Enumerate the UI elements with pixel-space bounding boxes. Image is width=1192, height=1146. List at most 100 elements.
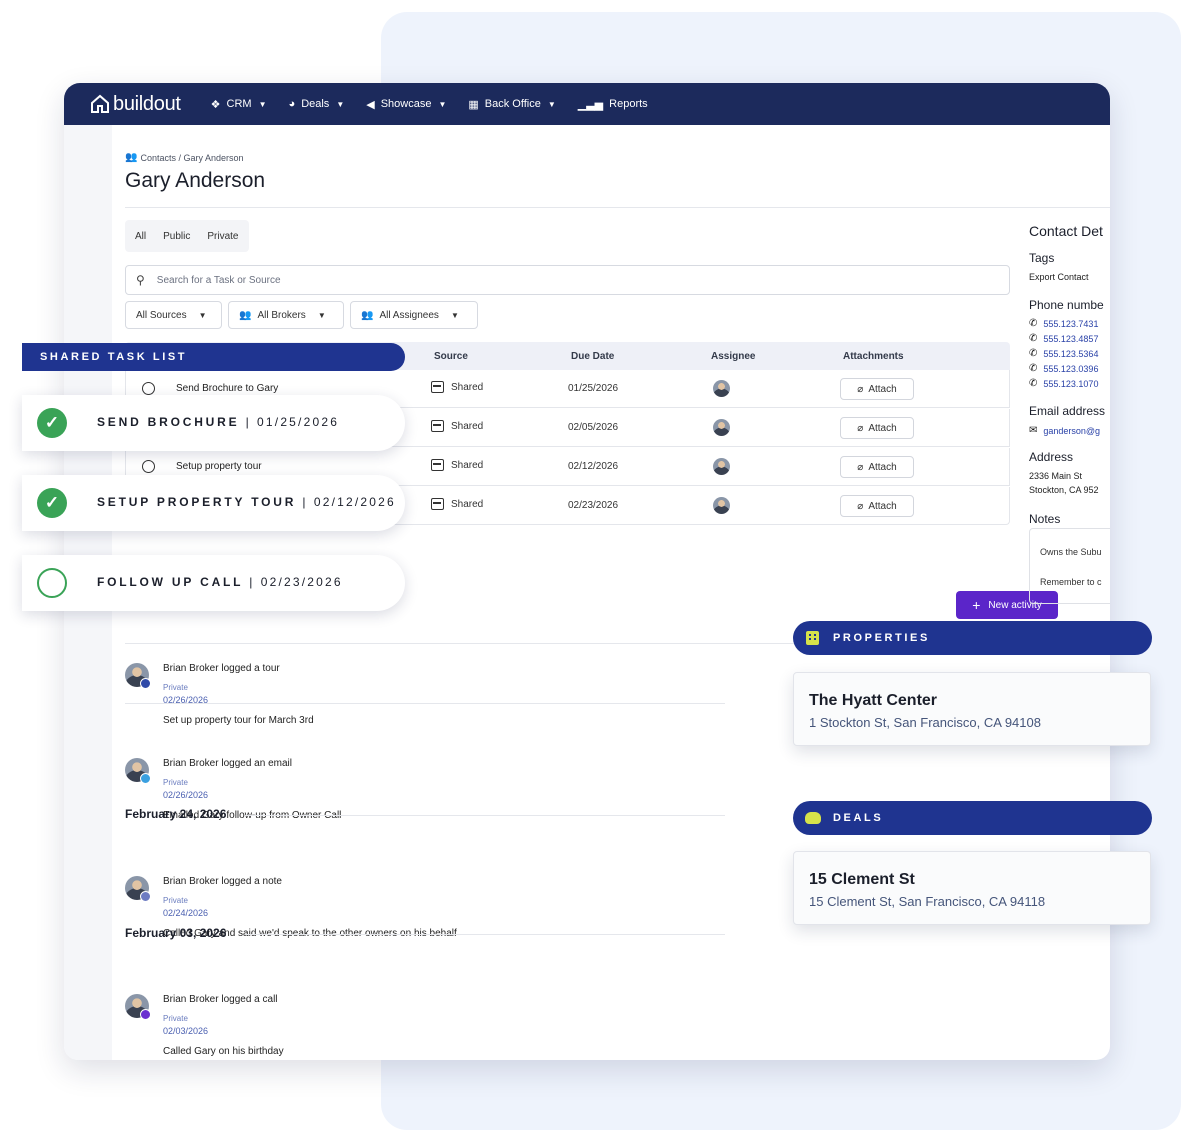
task-pill-date: 02/23/2026 [260, 575, 343, 589]
activity-date: 02/03/2026 [163, 1026, 209, 1036]
col-attachments[interactable]: Attachments [843, 351, 904, 362]
deals-label: DEALS [833, 812, 884, 824]
nav-crm-label: CRM [226, 98, 252, 110]
task-complete-radio[interactable] [142, 460, 155, 473]
call-icon [140, 1009, 151, 1020]
deal-card[interactable]: 15 Clement St 15 Clement St, San Francis… [793, 851, 1151, 925]
divider [125, 703, 725, 704]
divider [245, 815, 725, 816]
activity-visibility: Private [163, 683, 188, 692]
tag-value[interactable]: Export Contact [1029, 272, 1089, 282]
task-source-label: Shared [451, 459, 484, 471]
task-due-date: 02/05/2026 [568, 422, 619, 433]
breadcrumb[interactable]: 👥 Contacts / Gary Anderson [125, 152, 244, 163]
email-link[interactable]: ✉ ganderson@g [1029, 425, 1100, 436]
filter-all-brokers[interactable]: 👥 All Brokers ▼ [228, 301, 344, 329]
task-pill-follow-up-call[interactable]: FOLLOW UP CALL | 02/23/2026 [22, 555, 405, 611]
task-pill-date: 01/25/2026 [257, 415, 340, 429]
phone-number[interactable]: ✆ 555.123.4857 [1029, 333, 1098, 344]
activity-text: Brian Broker logged a call [163, 994, 278, 1005]
deal-name: 15 Clement St [809, 871, 915, 888]
col-assignee[interactable]: Assignee [711, 351, 755, 362]
properties-label: PROPERTIES [833, 632, 930, 644]
col-source[interactable]: Source [434, 351, 468, 362]
check-icon: ✓ [37, 488, 67, 518]
assignee-avatar [713, 380, 730, 397]
nav-crm[interactable]: ❖ CRM ▼ [211, 98, 267, 111]
attach-button[interactable]: ⌀ Attach [840, 378, 914, 400]
task-source: Shared [431, 420, 483, 432]
logo-text: buildout [113, 92, 181, 115]
nav-reports[interactable]: ▁▃▅ Reports [578, 98, 648, 111]
note-icon [140, 891, 151, 902]
filter-sources-label: All Sources [136, 309, 187, 321]
phone-number[interactable]: ✆ 555.123.1070 [1029, 378, 1098, 389]
phone-value: 555.123.0396 [1043, 363, 1099, 374]
attach-button[interactable]: ⌀ Attach [840, 456, 914, 478]
task-pill-setup-property-tour[interactable]: ✓ SETUP PROPERTY TOUR | 02/12/2026 [22, 475, 405, 531]
notes-box[interactable]: Owns the Subu Remember to c [1029, 528, 1110, 604]
filter-brokers-label: All Brokers [257, 309, 306, 321]
address-label: Address [1029, 450, 1074, 464]
task-pill-label: SEND BROCHURE [97, 415, 240, 429]
activity-text: Brian Broker logged a note [163, 876, 282, 887]
chevron-down-icon: ▼ [198, 310, 207, 320]
building-icon [806, 631, 819, 645]
phone-icon: ✆ [1029, 333, 1038, 344]
filter-all-assignees[interactable]: 👥 All Assignees ▼ [350, 301, 478, 329]
chevron-down-icon: ▼ [450, 310, 459, 320]
notes-label: Notes [1029, 512, 1061, 526]
task-source-label: Shared [451, 420, 484, 432]
tab-all[interactable]: All [135, 231, 146, 242]
shared-icon [431, 459, 444, 471]
chevron-down-icon: ▼ [336, 99, 345, 109]
avatar [125, 994, 151, 1020]
contact-details-title: Contact Det [1029, 223, 1103, 239]
activity-item[interactable]: Brian Broker logged a call Private 02/03… [125, 994, 725, 1060]
attach-label: Attach [868, 422, 897, 434]
phone-value: 555.123.5364 [1043, 348, 1099, 359]
email-label: Email address [1029, 404, 1106, 418]
empty-circle-icon [37, 568, 67, 598]
phone-number[interactable]: ✆ 555.123.7431 [1029, 318, 1098, 329]
task-pill-separator: | [245, 415, 251, 429]
activity-item[interactable]: Brian Broker logged a tour Private 02/26… [125, 663, 725, 733]
avatar [125, 663, 151, 689]
phone-icon: ✆ [1029, 363, 1038, 374]
phone-value: 555.123.4857 [1043, 333, 1099, 344]
attach-button[interactable]: ⌀ Attach [840, 495, 914, 517]
task-source-label: Shared [451, 498, 484, 510]
notes-line-1: Owns the Subu [1040, 547, 1102, 557]
phone-number[interactable]: ✆ 555.123.0396 [1029, 363, 1098, 374]
tab-private[interactable]: Private [207, 231, 238, 242]
task-source-label: Shared [451, 381, 484, 393]
buildout-logo[interactable]: buildout [90, 93, 181, 116]
property-card[interactable]: The Hyatt Center 1 Stockton St, San Fran… [793, 672, 1151, 746]
attach-button[interactable]: ⌀ Attach [840, 417, 914, 439]
activity-date: 02/26/2026 [163, 790, 209, 800]
col-due-date[interactable]: Due Date [571, 351, 614, 362]
avatar [125, 876, 151, 902]
mail-icon: ✉ [1029, 425, 1038, 436]
task-complete-radio[interactable] [142, 382, 155, 395]
paperclip-icon: ⌀ [857, 461, 864, 473]
nav-back-office-label: Back Office [484, 98, 541, 110]
search-placeholder: Search for a Task or Source [156, 274, 281, 286]
filter-assignees-label: All Assignees [379, 309, 439, 321]
search-input[interactable]: ⚲ Search for a Task or Source [125, 265, 1010, 295]
phone-number[interactable]: ✆ 555.123.5364 [1029, 348, 1098, 359]
address-line-2: Stockton, CA 952 [1029, 485, 1099, 495]
phone-label: Phone numbe [1029, 298, 1104, 312]
nav-showcase[interactable]: ◀ Showcase ▼ [366, 98, 446, 111]
search-icon: ⚲ [136, 273, 145, 287]
nav-deals[interactable]: ◕ Deals ▼ [289, 98, 345, 110]
activity-note: Set up property tour for March 3rd [163, 715, 314, 726]
task-due-date: 01/25/2026 [568, 383, 619, 394]
tab-public[interactable]: Public [163, 231, 190, 242]
filter-all-sources[interactable]: All Sources ▼ [125, 301, 222, 329]
email-icon [140, 773, 151, 784]
address-line-1: 2336 Main St [1029, 471, 1083, 481]
task-pill-send-brochure[interactable]: ✓ SEND BROCHURE | 01/25/2026 [22, 395, 405, 451]
nav-back-office[interactable]: ▦ Back Office ▼ [468, 98, 555, 111]
people-icon: 👥 [125, 152, 138, 163]
